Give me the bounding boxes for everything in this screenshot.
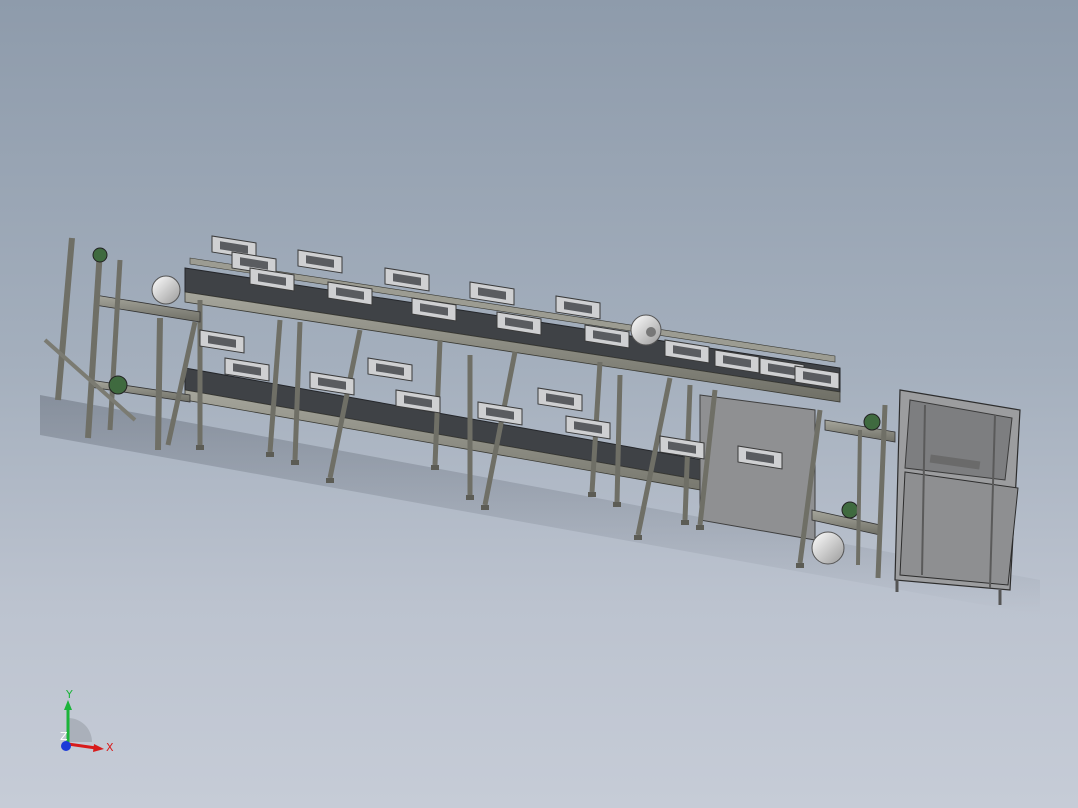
leg-foot xyxy=(326,478,334,483)
leg-foot xyxy=(266,452,274,457)
product-tray xyxy=(565,415,611,440)
leg-foot xyxy=(466,495,474,500)
leg-foot xyxy=(431,465,439,470)
product-tray xyxy=(537,387,583,412)
leg-foot xyxy=(481,505,489,510)
gear-icon xyxy=(108,375,128,395)
gear-icon xyxy=(863,413,881,431)
leg-foot xyxy=(696,525,704,530)
motor-hub xyxy=(646,327,656,337)
product-tray xyxy=(199,329,245,354)
y-axis-label: Y xyxy=(65,688,73,701)
cad-viewport[interactable]: Y X Z xyxy=(0,0,1078,808)
gear-icon xyxy=(841,501,859,519)
support-leg xyxy=(292,321,303,461)
orientation-triad: Y X Z xyxy=(60,688,114,754)
product-tray xyxy=(367,357,413,382)
x-axis-label: X xyxy=(106,741,114,754)
leg-foot xyxy=(796,563,804,568)
leg-foot xyxy=(634,535,642,540)
product-tray xyxy=(384,267,430,292)
conveyor-assembly-model[interactable] xyxy=(0,0,1078,808)
left-stand-top xyxy=(94,294,201,323)
cabinet-door xyxy=(899,471,1019,586)
support-leg xyxy=(614,374,623,503)
leg-foot xyxy=(291,460,299,465)
motor-icon xyxy=(811,531,845,565)
leg-foot xyxy=(196,445,204,450)
leg-foot xyxy=(588,492,596,497)
control-cabinet[interactable] xyxy=(894,389,1021,605)
gear-icon xyxy=(92,247,108,263)
motor-icon xyxy=(151,275,181,305)
back-panel xyxy=(699,394,816,541)
ground-shadow xyxy=(40,395,1040,615)
product-tray xyxy=(297,249,343,274)
leg-foot xyxy=(613,502,621,507)
y-axis-arrow xyxy=(64,700,72,710)
z-axis-label: Z xyxy=(60,730,68,743)
leg-foot xyxy=(681,520,689,525)
x-axis-arrow xyxy=(93,744,104,752)
motor-icon xyxy=(630,314,662,346)
x-axis-icon xyxy=(67,742,97,750)
